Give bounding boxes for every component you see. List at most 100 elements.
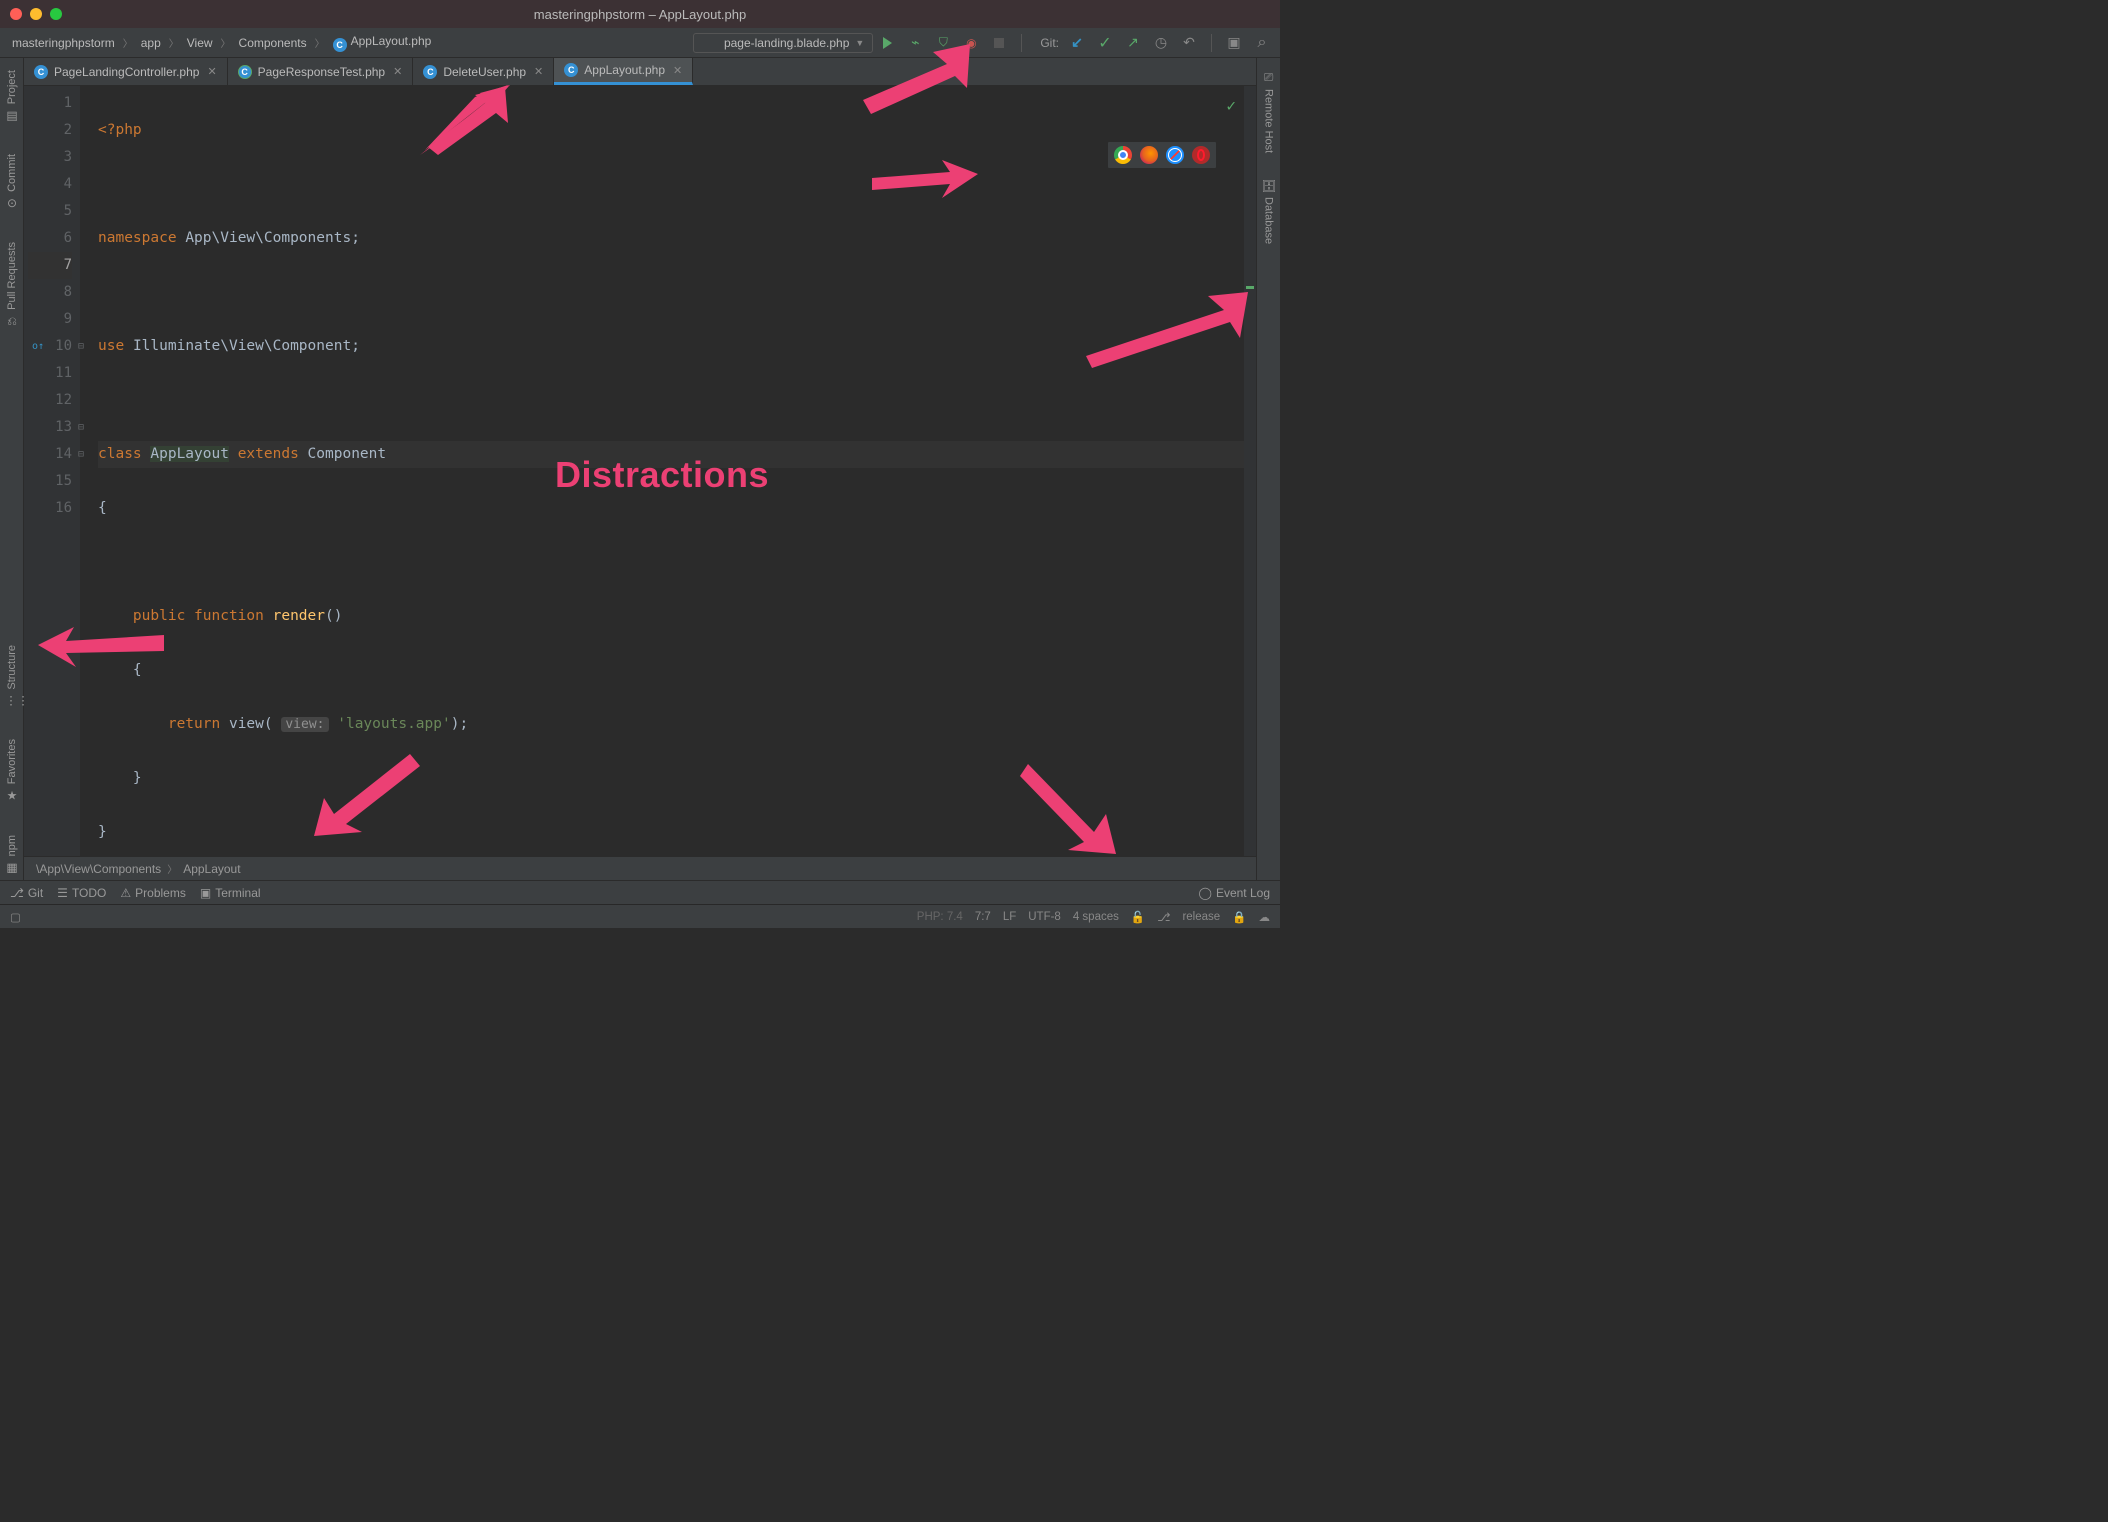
tool-commit[interactable]: ⊙Commit: [5, 148, 19, 216]
line-number: 3: [28, 144, 72, 171]
code-token: public function: [133, 608, 264, 624]
editor-tab[interactable]: CPageLandingController.php✕: [24, 58, 228, 85]
override-icon[interactable]: o↑: [32, 333, 44, 360]
status-indent[interactable]: 4 spaces: [1073, 911, 1119, 923]
tool-windows-icon[interactable]: ▢: [10, 910, 21, 924]
ide-icon[interactable]: ☁: [1259, 910, 1271, 924]
chevron-right-icon: 〉: [315, 35, 325, 50]
tool-label: Event Log: [1216, 886, 1270, 900]
git-update-button[interactable]: ↙: [1067, 33, 1087, 53]
tab-label: DeleteUser.php: [443, 65, 526, 79]
line-gutter[interactable]: 1 2 3 4 5 6 7 8 9 o↑10⊟ 11 12 13⊟ 14⊟ 15…: [24, 86, 80, 856]
breadcrumb-item[interactable]: Components: [235, 34, 311, 52]
check-icon: ✓: [1098, 33, 1111, 53]
code-token: {: [133, 662, 142, 678]
inspection-ok-icon[interactable]: ✓: [1226, 92, 1236, 119]
line-number: 9: [28, 306, 72, 333]
editor-tab[interactable]: CPageResponseTest.php✕: [228, 58, 414, 85]
tool-favorites[interactable]: ★Favorites: [5, 733, 19, 808]
status-encoding[interactable]: UTF-8: [1028, 911, 1061, 923]
tab-label: PageLandingController.php: [54, 65, 199, 79]
tool-label: Remote Host: [1263, 89, 1275, 153]
maximize-window-button[interactable]: [50, 8, 62, 20]
tool-remote-host[interactable]: ⎚Remote Host: [1262, 64, 1276, 159]
marker-icon[interactable]: [1246, 286, 1254, 289]
status-bar: ▢ PHP: 7.4 7:7 LF UTF-8 4 spaces 🔓 ⎇ rel…: [0, 904, 1280, 928]
tool-label: Git: [28, 886, 43, 900]
tool-npm[interactable]: ▦npm: [5, 829, 19, 880]
opera-icon[interactable]: [1192, 146, 1210, 164]
status-php[interactable]: PHP: 7.4: [917, 911, 963, 923]
layout-icon: ▣: [1227, 34, 1240, 51]
coverage-button[interactable]: ⛉: [933, 33, 953, 53]
code-editor[interactable]: <?php namespace App\View\Components; use…: [80, 86, 1244, 856]
tool-problems[interactable]: ⚠Problems: [120, 886, 185, 900]
close-icon[interactable]: ✕: [534, 65, 543, 78]
editor-tab[interactable]: C DeleteUser.php ✕: [413, 58, 554, 85]
breadcrumb-project[interactable]: masteringphpstorm: [8, 34, 119, 52]
run-button[interactable]: [877, 33, 897, 53]
editor-breadcrumb-bar: \App\View\Components 〉 AppLayout: [24, 856, 1256, 880]
right-tool-rail: ⎚Remote Host 🗄Database: [1256, 58, 1280, 880]
main-toolbar: masteringphpstorm 〉 app 〉 View 〉 Compone…: [0, 28, 1280, 58]
tool-event-log[interactable]: ◯ Event Log: [1199, 886, 1270, 900]
line-number: 2: [28, 117, 72, 144]
branch-icon: ⎇: [10, 886, 24, 900]
code-token: {: [98, 500, 107, 516]
status-line-ending[interactable]: LF: [1003, 911, 1016, 923]
code-token: return: [168, 716, 220, 732]
close-window-button[interactable]: [10, 8, 22, 20]
firefox-icon[interactable]: [1140, 146, 1158, 164]
shield-icon: ⛉: [939, 35, 948, 50]
close-icon[interactable]: ✕: [207, 65, 216, 78]
tool-database[interactable]: 🗄Database: [1262, 173, 1276, 250]
minimize-window-button[interactable]: [30, 8, 42, 20]
breadcrumbs: masteringphpstorm 〉 app 〉 View 〉 Compone…: [8, 32, 689, 54]
git-history-button[interactable]: ◷: [1151, 33, 1171, 53]
breadcrumb-class[interactable]: AppLayout: [183, 862, 240, 876]
safari-icon[interactable]: [1166, 146, 1184, 164]
lock-icon[interactable]: 🔒: [1232, 910, 1246, 924]
tool-todo[interactable]: ☰TODO: [57, 886, 106, 900]
status-branch[interactable]: release: [1182, 911, 1220, 923]
php-class-icon: C: [423, 65, 437, 79]
readonly-icon[interactable]: 🔓: [1131, 910, 1145, 924]
line-number: 15: [28, 468, 72, 495]
separator: [1211, 34, 1212, 52]
bottom-tool-bar: ⎇ Git ☰TODO ⚠Problems ▣Terminal ◯ Event Lo…: [0, 880, 1280, 904]
code-token: class: [98, 446, 142, 462]
git-commit-button[interactable]: ✓: [1095, 33, 1115, 53]
branch-icon: ⎇: [1157, 910, 1170, 924]
editor-tab-active[interactable]: CAppLayout.php✕: [554, 58, 693, 85]
tool-git[interactable]: ⎇ Git: [10, 886, 43, 900]
profile-button[interactable]: ◉: [961, 33, 981, 53]
hide-windows-button[interactable]: ▣: [1224, 33, 1244, 53]
close-icon[interactable]: ✕: [673, 64, 682, 77]
git-rollback-button[interactable]: ↶: [1179, 33, 1199, 53]
breadcrumb-namespace[interactable]: \App\View\Components: [36, 862, 161, 876]
breadcrumb-file[interactable]: AppLayout.php: [329, 32, 436, 54]
tool-terminal[interactable]: ▣Terminal: [200, 886, 261, 900]
play-icon: [883, 37, 892, 49]
run-configuration-selector[interactable]: page-landing.blade.php ▼: [693, 33, 873, 53]
list-icon: ☰: [57, 886, 68, 900]
bubble-icon: ◯: [1199, 886, 1212, 900]
status-caret[interactable]: 7:7: [975, 911, 991, 923]
tool-structure[interactable]: ⋮⋮Structure: [5, 639, 19, 714]
breadcrumb-item[interactable]: app: [137, 34, 165, 52]
toolbar-actions: ⌁ ⛉ ◉ Git: ↙ ✓ ↗ ◷ ↶ ▣ ⌕: [877, 33, 1272, 53]
annotation-label: Distractions: [555, 461, 769, 488]
close-icon[interactable]: ✕: [393, 65, 402, 78]
breadcrumb-item[interactable]: View: [183, 34, 217, 52]
chrome-icon[interactable]: [1114, 146, 1132, 164]
search-everywhere-button[interactable]: ⌕: [1252, 33, 1272, 53]
undo-icon: ↶: [1183, 34, 1195, 51]
tool-project[interactable]: ▤Project: [5, 64, 19, 128]
error-stripe[interactable]: [1244, 86, 1256, 856]
line-number: 14⊟: [28, 441, 72, 468]
tool-pull-requests[interactable]: ⎌Pull Requests: [5, 236, 19, 335]
stop-button[interactable]: [989, 33, 1009, 53]
php-class-icon: C: [564, 63, 578, 77]
debug-button[interactable]: ⌁: [905, 33, 925, 53]
git-push-button[interactable]: ↗: [1123, 33, 1143, 53]
